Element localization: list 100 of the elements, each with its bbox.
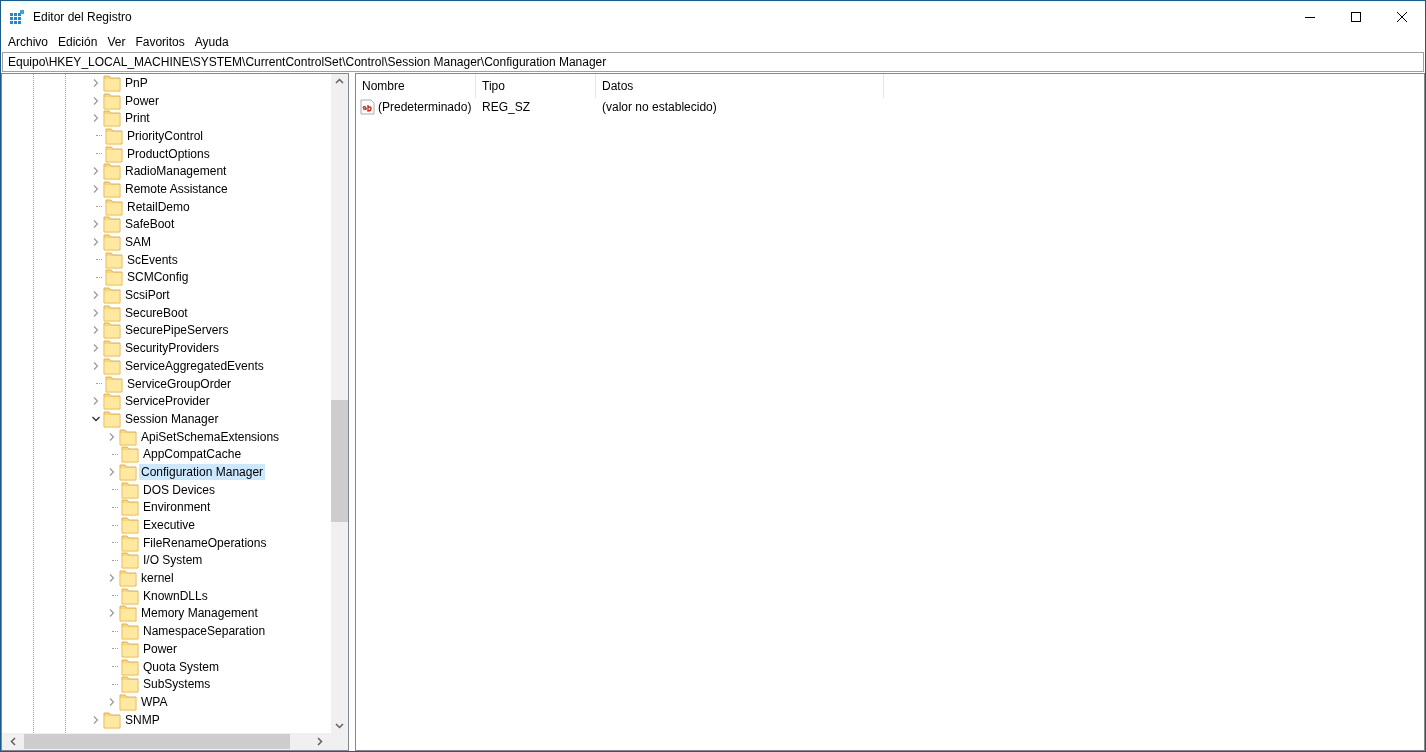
- tree-item[interactable]: SecureBoot: [123, 304, 190, 321]
- value-name[interactable]: (Predeterminado): [378, 98, 472, 116]
- tree-item[interactable]: DOS Devices: [141, 481, 218, 498]
- address-field[interactable]: Equipo\HKEY_LOCAL_MACHINE\SYSTEM\CurrentControlSet\Control\Session Manager\Configuration Manager: [2, 52, 1424, 72]
- folder-icon: [103, 409, 121, 428]
- tree-item[interactable]: Print: [123, 110, 152, 127]
- menu-item[interactable]: Ayuda: [189, 33, 234, 51]
- maximize-icon: [1351, 11, 1361, 22]
- folder-icon: [105, 250, 123, 269]
- tree-item[interactable]: SNMP: [123, 711, 162, 728]
- tree-item[interactable]: Power: [123, 92, 161, 109]
- tree-connector-line: [96, 383, 102, 385]
- vertical-scrollbar[interactable]: [331, 74, 348, 733]
- folder-icon: [103, 321, 121, 340]
- tree-item[interactable]: SafeBoot: [123, 216, 177, 233]
- folder-icon: [121, 480, 139, 499]
- tree-item[interactable]: KnownDLLs: [141, 587, 210, 604]
- tree-item[interactable]: Remote Assistance: [123, 180, 230, 197]
- tree-item[interactable]: Configuration Manager: [139, 463, 266, 480]
- folder-icon: [119, 604, 137, 623]
- tree-item[interactable]: I/O System: [141, 552, 205, 569]
- tree-connector-line: [112, 559, 118, 561]
- tree-connector-line: [96, 276, 102, 278]
- scroll-thumb[interactable]: [24, 734, 290, 749]
- folder-icon: [119, 462, 137, 481]
- tree-item[interactable]: PnP: [123, 74, 150, 91]
- tree-connector-line: [96, 153, 102, 155]
- folder-icon: [121, 675, 139, 694]
- folder-icon: [121, 622, 139, 641]
- horizontal-scrollbar[interactable]: [2, 733, 348, 750]
- tree-item[interactable]: FileRenameOperations: [141, 534, 269, 551]
- folder-icon: [105, 144, 123, 163]
- folder-icon: [103, 91, 121, 110]
- tree-item[interactable]: SubSystems: [141, 676, 213, 693]
- folder-icon: [121, 551, 139, 570]
- folder-icon: [121, 586, 139, 605]
- tree-item[interactable]: SAM: [123, 234, 153, 251]
- column-header[interactable]: Tipo: [476, 74, 596, 98]
- tree-connector-line: [112, 595, 118, 597]
- folder-icon: [103, 392, 121, 411]
- tree-item[interactable]: kernel: [139, 570, 176, 587]
- window-title: Editor del Registro: [33, 8, 132, 26]
- menu-item[interactable]: Edición: [53, 33, 103, 51]
- folder-icon: [121, 498, 139, 517]
- value-data: (valor no establecido): [601, 99, 717, 116]
- folder-icon: [121, 516, 139, 535]
- tree-connector-line: [112, 489, 118, 491]
- folder-icon: [103, 179, 121, 198]
- scroll-right-icon[interactable]: [317, 737, 323, 746]
- folder-icon: [103, 339, 121, 358]
- folder-icon: [103, 710, 121, 729]
- menu-item[interactable]: Archivo: [3, 33, 53, 51]
- menu-item[interactable]: Favoritos: [130, 33, 190, 51]
- tree-connector-line: [112, 666, 118, 668]
- tree-item[interactable]: Power: [141, 640, 179, 657]
- folder-icon: [103, 162, 121, 181]
- tree-item[interactable]: NamespaceSeparation: [141, 623, 268, 640]
- tree-item[interactable]: SecurePipeServers: [123, 322, 231, 339]
- tree-item[interactable]: RadioManagement: [123, 163, 229, 180]
- registry-icon: [9, 8, 25, 25]
- tree-item[interactable]: PriorityControl: [125, 127, 206, 144]
- tree-item[interactable]: Executive: [141, 517, 198, 534]
- tree-item[interactable]: Memory Management: [139, 605, 260, 622]
- scroll-down-icon[interactable]: [335, 723, 344, 729]
- folder-icon: [119, 427, 137, 446]
- value-type: REG_SZ: [481, 99, 531, 116]
- folder-icon: [121, 639, 139, 658]
- scroll-thumb[interactable]: [331, 399, 348, 522]
- column-header[interactable]: Nombre: [356, 74, 476, 98]
- tree-item[interactable]: ApiSetSchemaExtensions: [139, 428, 282, 445]
- folder-icon: [119, 692, 137, 711]
- tree-item[interactable]: SCMConfig: [125, 269, 191, 286]
- folder-icon: [105, 126, 123, 145]
- tree-connector-line: [112, 630, 118, 632]
- tree-connector-line: [112, 683, 118, 685]
- tree-connector-line: [96, 259, 102, 261]
- tree-item[interactable]: Session Manager: [123, 410, 221, 427]
- folder-icon: [103, 356, 121, 375]
- tree-item[interactable]: ProductOptions: [125, 145, 212, 162]
- tree-item[interactable]: Environment: [141, 499, 213, 516]
- tree-item[interactable]: ServiceGroupOrder: [125, 375, 234, 392]
- tree-item[interactable]: ServiceAggregatedEvents: [123, 357, 266, 374]
- folder-icon: [119, 569, 137, 588]
- tree-item[interactable]: ScsiPort: [123, 287, 172, 304]
- tree-connector-line: [112, 542, 118, 544]
- tree-item[interactable]: AppCompatCache: [141, 446, 244, 463]
- tree-item[interactable]: ScEvents: [125, 251, 180, 268]
- column-header[interactable]: Datos: [596, 74, 884, 98]
- scroll-left-icon[interactable]: [10, 737, 16, 746]
- scroll-up-icon[interactable]: [335, 78, 344, 84]
- folder-icon: [103, 303, 121, 322]
- tree-connector-line: [96, 206, 102, 208]
- menu-item[interactable]: Ver: [102, 33, 131, 51]
- tree-item[interactable]: WPA: [139, 693, 170, 710]
- tree-item[interactable]: Quota System: [141, 658, 222, 675]
- folder-icon: [105, 197, 123, 216]
- tree-item[interactable]: SecurityProviders: [123, 340, 222, 357]
- tree-item[interactable]: RetailDemo: [125, 198, 192, 215]
- tree-connector-line: [96, 135, 102, 137]
- tree-item[interactable]: ServiceProvider: [123, 393, 212, 410]
